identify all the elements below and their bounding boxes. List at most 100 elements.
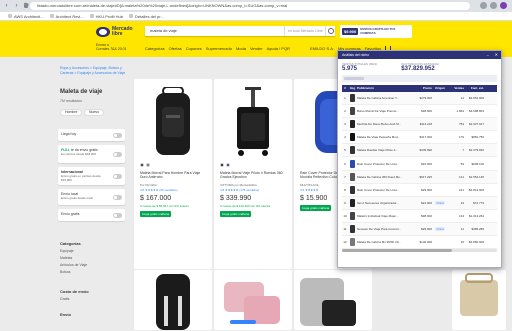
product-title[interactable]: Maleta Morral Viaje Piloto 4 Ruedas 360 … xyxy=(220,171,288,179)
categories-heading: Categorías xyxy=(60,241,81,246)
filter-full[interactable]: FULL te da envío gratis En carritos desd… xyxy=(58,145,125,163)
product-title[interactable]: Maleta Morral Para Hombre Para Viaje Dur… xyxy=(140,171,208,179)
row-publication[interactable]: Maleta Ruedas Viaje Piloto 4... xyxy=(357,148,413,152)
product-price: $ 15.900 xyxy=(300,195,328,202)
category-link[interactable]: Maletas xyxy=(60,256,72,260)
product-thumbnail[interactable] xyxy=(350,238,355,247)
table-row[interactable]: 5 Maleta Ruedas Viaje Piloto 4... $339.990… xyxy=(342,144,497,158)
product-thumbnail[interactable] xyxy=(350,146,355,155)
filter-internacional[interactable]: Internacional Envío gratis en carritos d… xyxy=(58,167,125,185)
extension-icon[interactable] xyxy=(480,2,487,9)
table-row[interactable]: 11 Neceser De Viaje Para Cosmét... $29.900… xyxy=(342,222,497,237)
row-publication[interactable]: Rain Cover Protector De Lluvi... xyxy=(357,188,413,192)
table-row[interactable]: 6 Rain Cover Protector De Lluvi... $15.900… xyxy=(342,157,497,171)
table-row[interactable]: 12 Maleta De Cabina 8in 9RSF 20... $140.00… xyxy=(342,236,497,250)
nav-categorias[interactable]: Categorías xyxy=(145,46,165,51)
filter-llega-hoy[interactable]: Llega hoy xyxy=(58,129,125,141)
color-swatch[interactable] xyxy=(226,163,230,167)
product-card[interactable] xyxy=(214,270,292,330)
address-bar[interactable]: listado.mercadolibre.com.ar/maleta-de-vi… xyxy=(30,2,470,10)
category-link[interactable]: Artículos de Viaje xyxy=(60,263,87,267)
color-swatch[interactable] xyxy=(220,163,224,167)
filter-envio-local[interactable]: Envío local Envío gratis desde local xyxy=(58,189,125,205)
row-publication[interactable]: Set 2 Neceseres Organizador... xyxy=(357,201,413,205)
table-row[interactable]: 7 Maleta De Cabina 360 Rued Mo... $917.225… xyxy=(342,170,497,184)
product-thumbnail[interactable] xyxy=(350,107,355,116)
table-row[interactable]: 9 Set 2 Neceseres Organizador... $24.900 Ch… xyxy=(342,196,497,210)
delivery-location[interactable]: Enviar a Corrales 7&& 20.01 xyxy=(96,43,127,51)
product-thumbnail[interactable] xyxy=(350,185,355,194)
product-card[interactable] xyxy=(294,270,372,330)
row-publication[interactable]: Maleta De Cabina American T... xyxy=(357,96,413,100)
row-publication[interactable]: Bolso Morral De Viaje Premiu... xyxy=(357,109,413,113)
product-card[interactable] xyxy=(452,270,506,330)
filter-envio-gratis[interactable]: Envío gratis xyxy=(58,209,125,221)
table-row[interactable]: 4 Maleta De Viaje Pequeña Mod... $317.000 1… xyxy=(342,131,497,145)
table-row[interactable]: 3 Mochila De Mano Bolso Anid M... $113.218… xyxy=(342,118,497,132)
toggle-switch[interactable] xyxy=(113,173,122,179)
nav-ayuda[interactable]: Ayuda / PQR xyxy=(267,46,290,51)
close-icon[interactable]: ✕ xyxy=(495,51,498,59)
forward-icon[interactable]: › xyxy=(13,3,20,10)
site-info-icon[interactable] xyxy=(24,3,28,8)
row-publication[interactable]: Mochila De Mano Bolso Anid M... xyxy=(357,122,413,126)
toggle-switch[interactable] xyxy=(113,194,122,200)
minimize-icon[interactable]: – xyxy=(487,51,489,59)
panel-filter-bar[interactable] xyxy=(342,75,497,82)
color-swatch[interactable] xyxy=(146,163,150,167)
back-icon[interactable]: ‹ xyxy=(3,3,10,10)
row-sales: 11 xyxy=(460,226,464,231)
table-row[interactable]: 8 Rain Cover Protector De Lluvi... $29.900… xyxy=(342,184,497,197)
bookmark-item[interactable]: AWS Architecti... xyxy=(8,14,44,19)
promo-banner[interactable]: $9.900 ENVÍOS GRATIS EN TUS COMPRAS xyxy=(340,25,412,38)
nav-vender[interactable]: Vender xyxy=(250,46,263,51)
product-thumbnail[interactable] xyxy=(350,211,355,220)
nav-moda[interactable]: Moda xyxy=(236,46,246,51)
row-publication[interactable]: Rain Cover Protector De Lluvi... xyxy=(357,162,413,166)
search-input[interactable]: maleta de viaje en todo Mercado Libre xyxy=(145,26,335,36)
color-swatch[interactable] xyxy=(140,163,144,167)
table-row[interactable]: 1 Maleta De Cabina American T... $279.000 1… xyxy=(342,92,497,106)
row-publication[interactable]: Neceser De Viaje Para Cosmét... xyxy=(357,227,413,231)
scrollbar-thumb[interactable] xyxy=(342,249,452,253)
product-thumbnail[interactable] xyxy=(350,159,355,168)
nav-cupones[interactable]: Cupones xyxy=(186,46,202,51)
row-publication[interactable]: Maleta De Cabina 8in 9RSF 20... xyxy=(357,240,413,244)
product-image[interactable] xyxy=(140,83,206,161)
shipping-cost-link[interactable]: Gratis xyxy=(60,297,69,301)
nav-supermercado[interactable]: Supermercado xyxy=(206,46,232,51)
product-thumbnail[interactable] xyxy=(350,94,355,103)
product-card[interactable]: Maleta Morral Para Hombre Para Viaje Dur… xyxy=(134,79,212,269)
table-row[interactable]: 2 Bolso Morral De Viaje Premiu... $38.900 1… xyxy=(342,105,497,119)
product-card[interactable]: Maleta Morral Viaje Piloto 4 Ruedas 360 … xyxy=(214,79,292,269)
product-thumbnail[interactable] xyxy=(350,172,355,181)
row-publication[interactable]: Maleta De Cabina 360 Rued Mo... xyxy=(357,175,413,179)
bookmark-item[interactable]: Architect Revi... xyxy=(49,14,84,19)
category-link[interactable]: Equipaje xyxy=(60,249,74,253)
profile-avatar[interactable] xyxy=(500,2,507,9)
product-thumbnail[interactable] xyxy=(350,198,355,207)
table-row[interactable]: 10 Maletín Individual Viaje Mujer... $98.9… xyxy=(342,210,497,223)
product-thumbnail[interactable] xyxy=(350,120,355,129)
toggle-switch[interactable] xyxy=(113,132,122,138)
product-image[interactable] xyxy=(220,83,286,161)
filter-chip[interactable]: Nuevo xyxy=(84,109,105,116)
toggle-switch[interactable] xyxy=(113,151,122,157)
category-link[interactable]: Bolsos xyxy=(60,270,71,274)
account-link[interactable]: EMILDO S.A. xyxy=(310,46,334,51)
toggle-switch[interactable] xyxy=(113,212,122,218)
bookmark-item[interactable]: HKU Profit Hub xyxy=(89,14,123,19)
filter-chip[interactable]: Hombre xyxy=(60,109,83,116)
horizontal-scrollbar[interactable] xyxy=(342,249,497,253)
mercadolibre-logo[interactable]: Mercado libre xyxy=(96,25,136,39)
row-publication[interactable]: Maletín Individual Viaje Mujer... xyxy=(357,214,413,218)
row-publication[interactable]: Maleta De Viaje Pequeña Mod... xyxy=(357,135,413,139)
bookmark-item[interactable]: Detalles del pr... xyxy=(129,14,164,19)
product-thumbnail[interactable] xyxy=(350,133,355,142)
product-thumbnail[interactable] xyxy=(350,224,355,233)
search-icon[interactable] xyxy=(325,26,335,36)
breadcrumb[interactable]: Ropa y Accesorios > Equipaje, Bolsos y C… xyxy=(60,66,130,76)
product-card[interactable] xyxy=(134,270,212,330)
nav-ofertas[interactable]: Ofertas xyxy=(169,46,182,51)
extension-icon[interactable] xyxy=(490,2,497,9)
